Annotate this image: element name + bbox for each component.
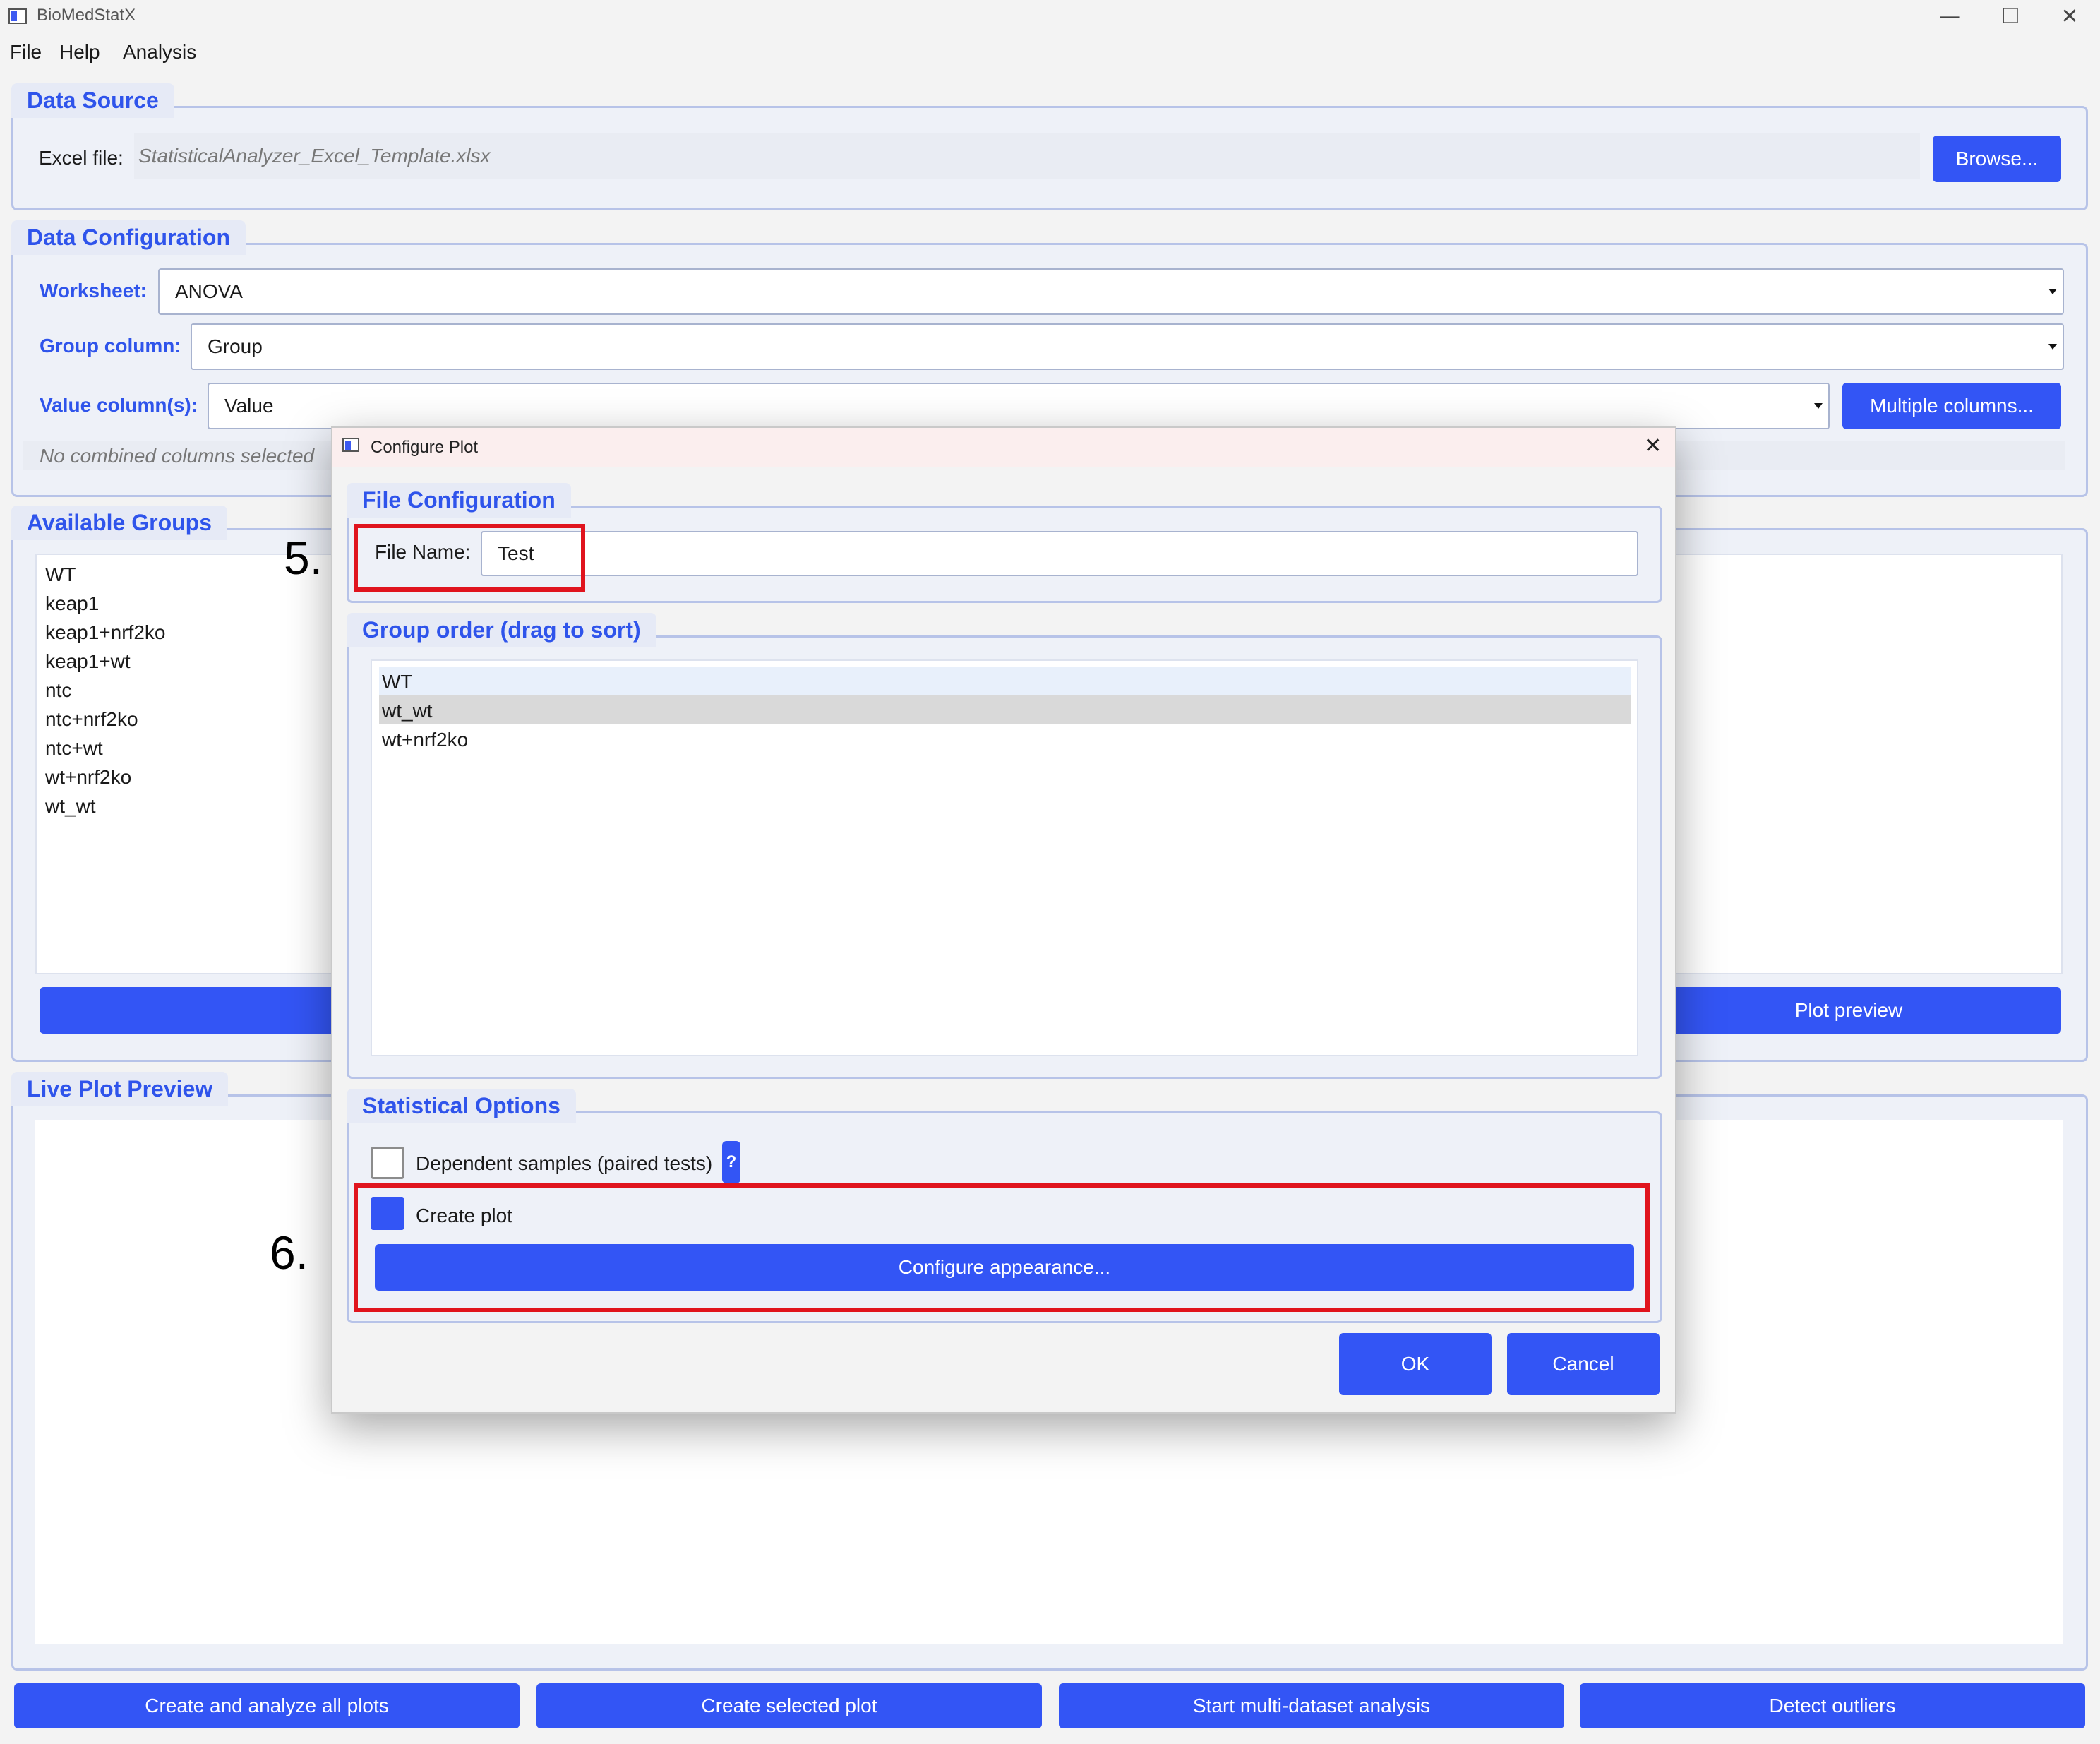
create-selected-plot-button[interactable]: Create selected plot <box>536 1683 1042 1728</box>
annotation-step-5: 5. <box>284 532 323 584</box>
list-item-label: WT <box>382 671 413 693</box>
worksheet-select[interactable]: ANOVA <box>158 268 2064 315</box>
menu-file[interactable]: File <box>10 41 42 64</box>
start-multi-dataset-button[interactable]: Start multi-dataset analysis <box>1059 1683 1564 1728</box>
excel-file-path: StatisticalAnalyzer_Excel_Template.xlsx <box>134 133 1920 179</box>
list-item[interactable]: wt+nrf2ko <box>379 724 1631 753</box>
window-title: BioMedStatX <box>37 6 136 25</box>
group-column-select[interactable]: Group <box>191 323 2064 370</box>
minimize-icon[interactable]: — <box>1921 1 1978 32</box>
detect-outliers-button[interactable]: Detect outliers <box>1580 1683 2085 1728</box>
list-item[interactable]: ntc+wt <box>45 737 103 760</box>
configure-plot-dialog: Configure Plot ✕ File Configuration File… <box>331 426 1676 1414</box>
multiple-columns-button[interactable]: Multiple columns... <box>1842 383 2061 429</box>
ok-button[interactable]: OK <box>1339 1333 1492 1395</box>
list-item-label: wt_wt <box>382 700 433 722</box>
worksheet-label: Worksheet: <box>40 280 147 301</box>
list-item[interactable]: keap1+wt <box>45 650 131 673</box>
dialog-close-icon[interactable]: ✕ <box>1644 434 1662 458</box>
menu-analysis[interactable]: Analysis <box>123 41 196 64</box>
chevron-down-icon <box>2048 289 2057 294</box>
list-item[interactable]: keap1 <box>45 592 99 615</box>
group-column-label: Group column: <box>40 335 181 357</box>
dialog-titlebar: Configure Plot ✕ <box>332 428 1675 467</box>
list-item-label: wt+nrf2ko <box>382 729 469 751</box>
browse-button[interactable]: Browse... <box>1933 136 2061 182</box>
help-button[interactable]: ? <box>722 1141 740 1183</box>
list-item[interactable]: ntc <box>45 679 71 702</box>
file-name-input[interactable]: Test <box>481 531 1638 576</box>
group-order-list[interactable]: WT wt_wt wt+nrf2ko <box>371 659 1638 1056</box>
list-item[interactable]: WT <box>379 667 1631 695</box>
list-item[interactable]: wt+nrf2ko <box>45 766 131 789</box>
data-source-title: Data Source <box>11 83 174 118</box>
highlight-box-create-plot <box>354 1183 1650 1312</box>
group-column-value: Group <box>208 335 263 357</box>
window-titlebar: BioMedStatX — ☐ ✕ <box>0 0 2100 34</box>
group-order-title: Group order (drag to sort) <box>347 613 656 647</box>
stat-options-title: Statistical Options <box>347 1089 576 1123</box>
dialog-title: Configure Plot <box>371 438 479 457</box>
groups-left-button[interactable] <box>40 987 343 1034</box>
dialog-app-icon <box>342 438 359 452</box>
dependent-samples-checkbox[interactable] <box>371 1147 404 1179</box>
cancel-button[interactable]: Cancel <box>1507 1333 1660 1395</box>
chevron-down-icon <box>1814 403 1823 409</box>
list-item[interactable]: wt_wt <box>379 695 1631 724</box>
maximize-icon[interactable]: ☐ <box>1982 1 2039 32</box>
annotation-step-6: 6. <box>270 1226 309 1279</box>
close-icon[interactable]: ✕ <box>2041 1 2098 32</box>
list-item[interactable]: WT <box>45 563 76 586</box>
file-config-title: File Configuration <box>347 483 571 518</box>
dependent-samples-label: Dependent samples (paired tests) <box>416 1152 713 1174</box>
value-columns-value: Value <box>224 395 274 417</box>
available-groups-title: Available Groups <box>11 506 227 540</box>
live-plot-title: Live Plot Preview <box>11 1072 229 1106</box>
worksheet-value: ANOVA <box>175 280 243 302</box>
data-config-title: Data Configuration <box>11 220 246 255</box>
combined-columns-note: No combined columns selected <box>40 445 315 467</box>
excel-file-label: Excel file: <box>39 147 124 169</box>
list-item[interactable]: wt_wt <box>45 795 96 818</box>
value-columns-select[interactable]: Value <box>208 383 1830 429</box>
app-icon <box>8 8 27 24</box>
menu-help[interactable]: Help <box>59 41 100 64</box>
value-columns-label: Value column(s): <box>40 394 198 416</box>
list-item[interactable]: keap1+nrf2ko <box>45 621 165 644</box>
chevron-down-icon <box>2048 344 2057 350</box>
plot-preview-button[interactable]: Plot preview <box>1636 987 2061 1034</box>
create-analyze-all-button[interactable]: Create and analyze all plots <box>14 1683 520 1728</box>
highlight-box-file-name <box>354 524 585 592</box>
list-item[interactable]: ntc+nrf2ko <box>45 708 138 731</box>
